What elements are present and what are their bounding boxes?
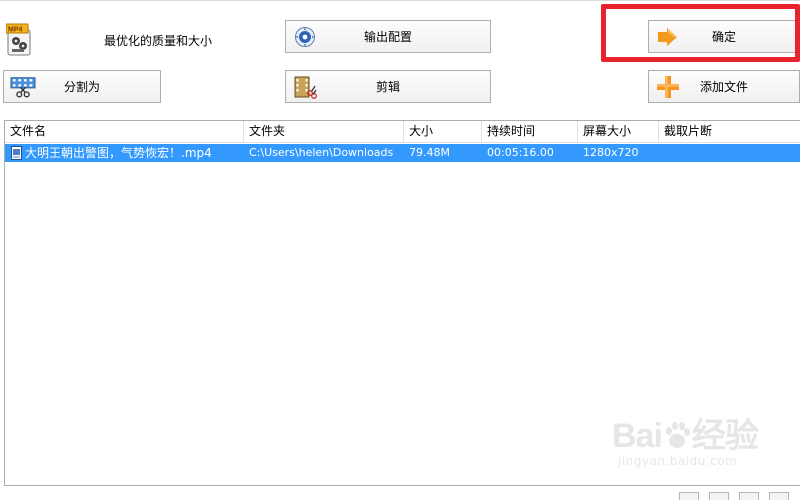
bottom-button-1[interactable] <box>679 492 699 500</box>
highlight-frame <box>601 4 800 62</box>
column-header-filename[interactable]: 文件名 <box>5 121 244 142</box>
file-list-header: 文件名 文件夹 大小 持续时间 屏幕大小 截取片断 <box>5 121 800 143</box>
column-header-clip[interactable]: 截取片断 <box>659 121 800 142</box>
column-header-size[interactable]: 大小 <box>404 121 482 142</box>
column-header-duration[interactable]: 持续时间 <box>482 121 578 142</box>
column-header-resolution[interactable]: 屏幕大小 <box>578 121 659 142</box>
column-header-folder[interactable]: 文件夹 <box>244 121 404 142</box>
add-file-label: 添加文件 <box>699 80 748 94</box>
file-row[interactable]: 大明王朝出警图，气势恢宏！.mp4 C:\Users\helen\Downloa… <box>5 144 800 162</box>
bottom-button-2[interactable] <box>709 492 729 500</box>
split-label: 分割为 <box>63 80 100 94</box>
output-config-button[interactable]: 输出配置 <box>285 20 491 53</box>
watermark-brand: Bai 经验 <box>612 417 759 455</box>
clip-button[interactable]: 剪辑 <box>285 70 491 103</box>
mp4-badge: MP4 <box>8 27 23 34</box>
file-name: 大明王朝出警图，气势恢宏！.mp4 <box>25 146 212 160</box>
format-factory-output-window: MP4 最优化的质量和大小 输出配置 确定 分割为 剪辑 添加文件 文件名 文件… <box>0 0 800 500</box>
baidu-watermark: Bai 经验 jingyan.baidu.com <box>612 404 762 468</box>
film-scissors-icon <box>10 74 36 100</box>
film-clip-icon <box>292 74 318 100</box>
top-divider <box>0 0 800 1</box>
paw-icon <box>665 422 690 448</box>
plus-icon <box>655 74 681 100</box>
file-clip <box>659 144 800 162</box>
bottom-button-4[interactable] <box>769 492 789 500</box>
clip-label: 剪辑 <box>375 80 400 94</box>
output-profile[interactable]: MP4 最优化的质量和大小 <box>0 14 230 62</box>
watermark-url: jingyan.baidu.com <box>618 454 738 468</box>
output-config-label: 输出配置 <box>363 30 412 44</box>
bottom-button-3[interactable] <box>739 492 759 500</box>
video-file-icon <box>11 146 22 160</box>
file-folder: C:\Users\helen\Downloads <box>249 146 394 159</box>
file-size: 79.48M <box>409 146 450 159</box>
add-file-button[interactable]: 添加文件 <box>648 70 800 103</box>
profile-label: 最优化的质量和大小 <box>104 34 213 48</box>
file-resolution: 1280x720 <box>583 146 639 159</box>
file-name-cell: 大明王朝出警图，气势恢宏！.mp4 <box>5 144 244 162</box>
split-button[interactable]: 分割为 <box>3 70 161 103</box>
mp4-film-icon: MP4 <box>6 23 31 56</box>
file-duration: 00:05:16.00 <box>487 146 554 159</box>
settings-gear-icon <box>292 24 318 50</box>
